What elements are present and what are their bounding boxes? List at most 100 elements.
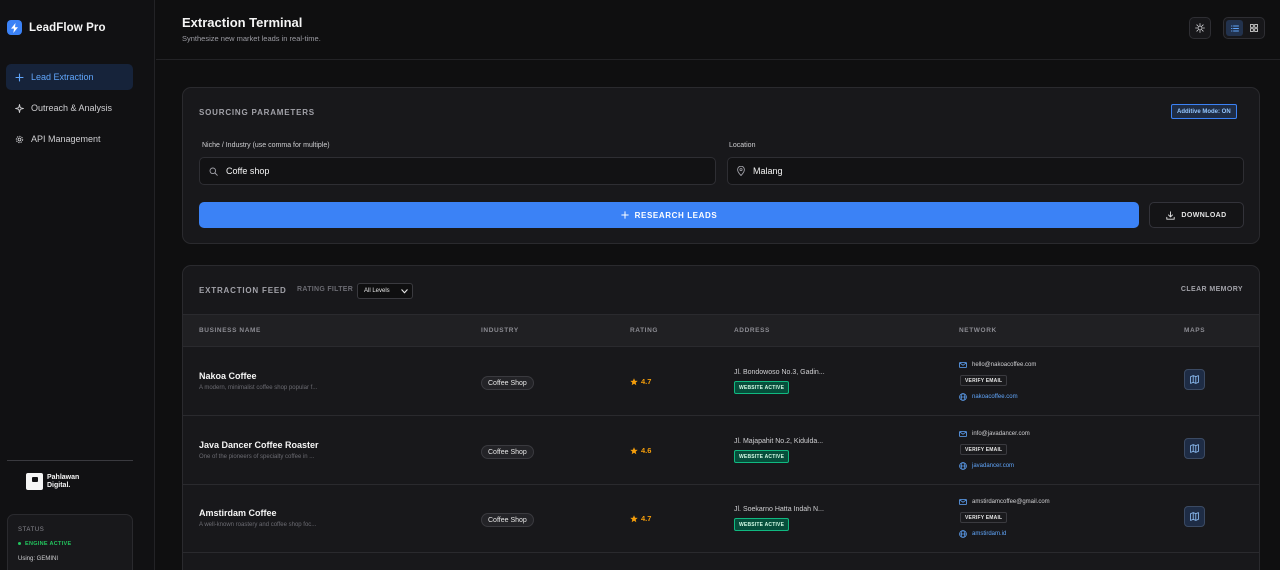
verify-email-button[interactable]: VERIFY EMAIL	[960, 512, 1008, 523]
sourcing-parameters-card: SOURCING PARAMETERS Additive Mode: ON Ni…	[182, 87, 1260, 244]
map-pin-icon	[737, 166, 745, 176]
location-input[interactable]	[753, 166, 1153, 176]
table-row[interactable]: Amstirdam Coffee A well-known roastery a…	[183, 485, 1259, 553]
column-header: INDUSTRY	[481, 327, 519, 334]
website-active-badge: WEBSITE ACTIVE	[734, 381, 790, 394]
page-subtitle: Synthesize new market leads in real-time…	[182, 34, 321, 43]
sidebar-item-label: API Management	[31, 134, 101, 144]
industry-pill: Coffee Shop	[481, 376, 534, 390]
globe-icon	[959, 393, 967, 401]
brand[interactable]: LeadFlow Pro	[7, 20, 106, 35]
table-row[interactable]: Nakoa Coffee A modern, minimalist coffee…	[183, 348, 1259, 416]
grid-icon	[1249, 24, 1258, 32]
extraction-feed-card: EXTRACTION FEED RATING FILTER All Levels…	[182, 265, 1260, 570]
industry-pill: Coffee Shop	[481, 513, 534, 527]
verify-email-button[interactable]: VERIFY EMAIL	[960, 444, 1008, 455]
section-title: SOURCING PARAMETERS	[199, 108, 315, 117]
status-dot-icon	[18, 542, 21, 546]
verify-email-button[interactable]: VERIFY EMAIL	[960, 375, 1008, 386]
network-website[interactable]: javadancer.com	[959, 462, 1014, 470]
star-icon	[630, 446, 638, 454]
download-icon	[1166, 210, 1176, 220]
website-active-badge: WEBSITE ACTIVE	[734, 518, 790, 531]
business-description: A modern, minimalist coffee shop popular…	[199, 385, 318, 391]
rating: 4.7	[630, 377, 651, 386]
additive-mode-badge[interactable]: Additive Mode: ON	[1171, 104, 1237, 119]
rating: 4.6	[630, 446, 651, 455]
table-row[interactable]: Java Dancer Coffee Roaster One of the pi…	[183, 417, 1259, 485]
map-icon	[1190, 444, 1199, 453]
search-icon	[209, 167, 218, 176]
map-icon	[1190, 375, 1199, 384]
logo-line-1: Pahlawan	[47, 474, 80, 481]
mail-icon	[959, 431, 967, 437]
mail-icon	[959, 362, 967, 368]
sidebar-item-label: Lead Extraction	[31, 72, 94, 82]
sidebar-item-label: Outreach & Analysis	[31, 103, 113, 113]
website-active-badge: WEBSITE ACTIVE	[734, 450, 790, 463]
feed-header: EXTRACTION FEED RATING FILTER All Levels…	[183, 266, 1259, 314]
theme-toggle-button[interactable]	[1189, 17, 1211, 39]
plus-icon	[15, 72, 24, 82]
location-label: Location	[729, 142, 756, 149]
business-name: Amstirdam Coffee	[199, 508, 277, 518]
engine-model: Using: GEMINI	[18, 556, 59, 562]
network-website[interactable]: nakoacoffee.com	[959, 393, 1018, 401]
sidebar-item-outreach-analysis[interactable]: Outreach & Analysis	[6, 95, 133, 121]
business-description: A well-known roastery and coffee shop fo…	[199, 522, 317, 528]
rating: 4.7	[630, 514, 651, 523]
network-website[interactable]: amstirdam.id	[959, 530, 1006, 538]
rating-filter-value: All Levels	[364, 288, 390, 294]
sun-icon	[1195, 23, 1205, 33]
sidebar-item-api-management[interactable]: API Management	[6, 126, 133, 152]
engine-status: ENGINE ACTIVE	[18, 541, 122, 547]
sparkle-icon	[15, 103, 24, 113]
grid-view-button[interactable]	[1245, 20, 1262, 36]
business-name: Java Dancer Coffee Roaster	[199, 440, 319, 450]
address: Jl. Bondowoso No.3, Gadin...	[734, 369, 825, 376]
industry-pill: Coffee Shop	[481, 445, 534, 459]
rating-filter-select[interactable]: All Levels	[357, 283, 413, 299]
sidebar: LeadFlow Pro Lead Extraction Outreach & …	[0, 0, 155, 570]
plus-icon	[620, 211, 629, 219]
globe-icon	[959, 462, 967, 470]
mail-icon	[959, 499, 967, 505]
location-field	[727, 157, 1244, 185]
clear-memory-button[interactable]: CLEAR MEMORY	[1181, 286, 1243, 293]
download-button[interactable]: DOWNLOAD	[1149, 202, 1244, 228]
list-icon	[1230, 25, 1239, 31]
map-icon	[1190, 512, 1199, 521]
gear-icon	[15, 135, 24, 143]
pd-mark-icon	[26, 473, 43, 490]
feed-title: EXTRACTION FEED	[199, 286, 287, 295]
app-name: LeadFlow Pro	[29, 21, 106, 34]
address: Jl. Majapahit No.2, Kidulda...	[734, 438, 824, 445]
column-header: RATING	[630, 327, 659, 334]
list-view-button[interactable]	[1226, 20, 1243, 36]
star-icon	[630, 514, 638, 522]
star-icon	[630, 377, 638, 385]
open-map-button[interactable]	[1184, 369, 1205, 390]
open-map-button[interactable]	[1184, 438, 1205, 459]
research-leads-button[interactable]: RESEARCH LEADS	[199, 202, 1139, 228]
business-description: One of the pioneers of specialty coffee …	[199, 454, 315, 460]
status-title: STATUS	[18, 527, 45, 533]
network-email[interactable]: hello@nakoacoffee.com	[959, 362, 1036, 368]
page-header: Extraction Terminal Synthesize new marke…	[156, 0, 1280, 60]
niche-label: Niche / Industry (use comma for multiple…	[202, 142, 330, 149]
status-card: STATUS ENGINE ACTIVE Using: GEMINI	[7, 514, 133, 570]
network-email[interactable]: info@javadancer.com	[959, 431, 1030, 437]
open-map-button[interactable]	[1184, 506, 1205, 527]
column-header: BUSINESS NAME	[199, 327, 261, 334]
chevron-down-icon	[401, 288, 408, 293]
sidebar-nav: Lead Extraction Outreach & Analysis API …	[6, 64, 133, 157]
lightning-icon	[7, 20, 22, 35]
niche-field	[199, 157, 716, 185]
logo-line-2: Digital.	[47, 481, 71, 489]
sidebar-item-lead-extraction[interactable]: Lead Extraction	[6, 64, 133, 90]
network-email[interactable]: amstirdamcoffee@gmail.com	[959, 499, 1050, 505]
niche-input[interactable]	[226, 166, 626, 176]
business-name: Nakoa Coffee	[199, 371, 257, 381]
pahlawan-digital-logo: Pahlawan Digital.	[26, 473, 79, 490]
table-header: BUSINESS NAME INDUSTRY RATING ADDRESS NE…	[183, 314, 1259, 347]
